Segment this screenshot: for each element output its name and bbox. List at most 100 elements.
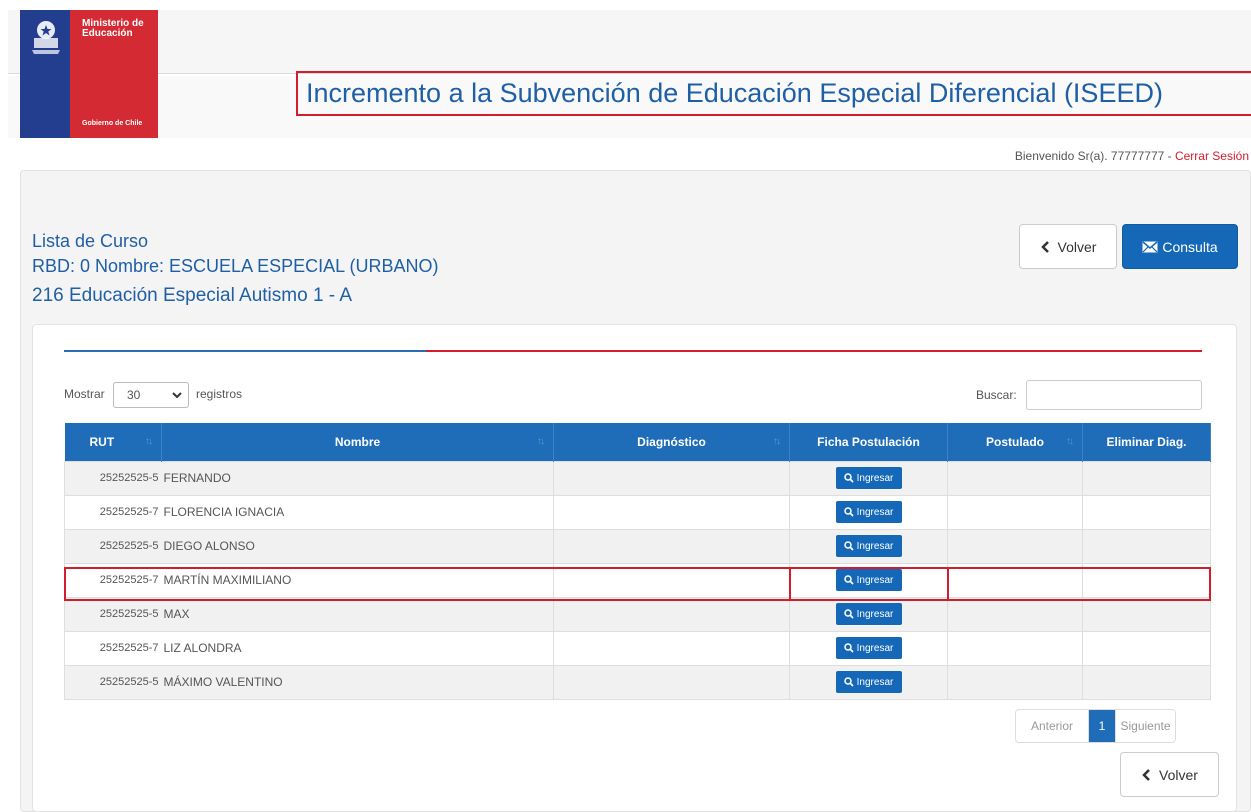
column-header-diagnostico[interactable]: Diagnóstico ↑↓	[553, 423, 790, 461]
cell-postulado	[947, 630, 1083, 666]
search-input[interactable]	[1026, 380, 1202, 410]
pagination-next[interactable]: Siguiente	[1115, 710, 1175, 742]
column-header-label: Nombre	[334, 434, 381, 449]
search-label: Buscar:	[976, 388, 1017, 402]
cell-eliminar	[1082, 528, 1211, 564]
row-highlight-student	[64, 567, 791, 601]
column-header-label: Eliminar Diag.	[1106, 434, 1187, 449]
table-row: 25252525-5 DIEGO ALONSO Ingresar	[64, 528, 1211, 564]
page-size-select[interactable]: 30	[113, 382, 189, 408]
column-header-nombre[interactable]: Nombre ↑↓	[161, 423, 554, 461]
search-icon	[843, 677, 854, 687]
volver-label: Volver	[1057, 238, 1097, 255]
pagination-page-1[interactable]: 1	[1089, 710, 1115, 742]
column-header-label: Postulado	[985, 434, 1044, 449]
pagination: Anterior 1 Siguiente	[1015, 709, 1176, 743]
ingresar-label: Ingresar	[856, 506, 894, 518]
ingresar-label: Ingresar	[856, 608, 894, 620]
cell-ficha: Ingresar	[789, 596, 948, 632]
column-header-eliminar: Eliminar Diag.	[1082, 423, 1211, 461]
cell-ficha: Ingresar	[789, 494, 948, 530]
column-header-ficha: Ficha Postulación	[789, 423, 948, 461]
cell-nombre: FLORENCIA IGNACIA	[161, 494, 554, 530]
coat-of-arms-icon	[32, 21, 60, 54]
cell-diagnostico	[553, 494, 790, 530]
column-header-rut[interactable]: RUT ↑↓	[64, 423, 162, 461]
divider-red	[426, 350, 1202, 352]
header-bar	[8, 10, 1251, 74]
column-header-label: RUT	[89, 434, 115, 449]
ingresar-button[interactable]: Ingresar	[835, 535, 902, 557]
cell-ficha: Ingresar	[789, 528, 948, 564]
row-highlight-ficha	[789, 567, 949, 601]
table-row: 25252525-5 FERNANDO Ingresar	[64, 460, 1211, 496]
cell-ficha: Ingresar	[789, 664, 948, 700]
ingresar-button[interactable]: Ingresar	[835, 671, 902, 693]
school-info: RBD: 0 Nombre: ESCUELA ESPECIAL (URBANO)	[32, 256, 439, 276]
table-row: 25252525-5 MAX Ingresar	[64, 596, 1211, 632]
pagination-previous[interactable]: Anterior	[1016, 710, 1089, 742]
cell-ficha: Ingresar	[789, 460, 948, 496]
column-header-postulado[interactable]: Postulado ↑↓	[947, 423, 1083, 461]
ingresar-label: Ingresar	[856, 676, 894, 688]
cell-nombre: FERNANDO	[161, 460, 554, 496]
cell-eliminar	[1082, 664, 1211, 700]
welcome-message: Bienvenido Sr(a). 77777777 - Cerrar Sesi…	[1015, 149, 1249, 163]
chevron-left-icon	[1040, 240, 1049, 253]
cell-ficha: Ingresar	[789, 630, 948, 666]
column-header-label: Ficha Postulación	[817, 434, 920, 449]
logo-government-text: Gobierno de Chile	[82, 120, 143, 127]
cell-nombre: MÁXIMO VALENTINO	[161, 664, 554, 700]
cell-rut: 25252525-5	[64, 596, 162, 632]
cell-nombre: LIZ ALONDRA	[161, 630, 554, 666]
ingresar-label: Ingresar	[856, 472, 894, 484]
search-icon	[843, 541, 854, 551]
envelope-icon	[1142, 240, 1158, 252]
table-row: 25252525-5 MÁXIMO VALENTINO Ingresar	[64, 664, 1211, 700]
volver-button-bottom[interactable]: Volver	[1120, 752, 1219, 797]
sort-icon: ↑↓	[1066, 436, 1074, 447]
divider-blue	[64, 350, 426, 352]
ingresar-button[interactable]: Ingresar	[835, 603, 902, 625]
cell-rut: 25252525-7	[64, 630, 162, 666]
sort-icon: ↑↓	[145, 436, 153, 447]
search-icon	[843, 643, 854, 653]
students-table: RUT ↑↓ Nombre ↑↓ Diagnóstico ↑↓ Ficha Postu…	[64, 423, 1211, 700]
search-icon	[843, 609, 854, 619]
cell-eliminar	[1082, 630, 1211, 666]
cell-rut: 25252525-5	[64, 528, 162, 564]
cell-postulado	[947, 460, 1083, 496]
cell-rut: 25252525-5	[64, 664, 162, 700]
volver-button-top[interactable]: Volver	[1019, 224, 1117, 269]
records-label: registros	[196, 387, 243, 401]
ingresar-label: Ingresar	[856, 642, 894, 654]
table-row: 25252525-7 FLORENCIA IGNACIA Ingresar	[64, 494, 1211, 530]
ingresar-label: Ingresar	[856, 540, 894, 552]
cell-postulado	[947, 528, 1083, 564]
ingresar-button[interactable]: Ingresar	[835, 501, 902, 523]
column-header-label: Diagnóstico	[637, 434, 706, 449]
course-name: 216 Educación Especial Autismo 1 - A	[32, 285, 353, 306]
cell-diagnostico	[553, 664, 790, 700]
cell-diagnostico	[553, 528, 790, 564]
cell-eliminar	[1082, 460, 1211, 496]
row-highlight-status	[947, 567, 1211, 601]
consulta-button[interactable]: Consulta	[1122, 224, 1238, 269]
volver-label: Volver	[1159, 766, 1198, 783]
chevron-down-icon	[172, 392, 182, 399]
show-label: Mostrar	[64, 387, 105, 401]
cell-rut: 25252525-7	[64, 494, 162, 530]
table-header-row: RUT ↑↓ Nombre ↑↓ Diagnóstico ↑↓ Ficha Postu…	[64, 423, 1211, 461]
cell-diagnostico	[553, 460, 790, 496]
cell-diagnostico	[553, 630, 790, 666]
page-size-value: 30	[127, 388, 141, 402]
search-icon	[843, 507, 854, 517]
cell-nombre: DIEGO ALONSO	[161, 528, 554, 564]
logout-link[interactable]: Cerrar Sesión	[1175, 149, 1249, 163]
sort-icon: ↑↓	[537, 436, 545, 447]
cell-postulado	[947, 494, 1083, 530]
welcome-text: Bienvenido Sr(a). 77777777 -	[1014, 149, 1175, 163]
ingresar-button[interactable]: Ingresar	[835, 637, 902, 659]
ingresar-button[interactable]: Ingresar	[835, 467, 902, 489]
course-list-title: Lista de Curso	[32, 231, 149, 251]
